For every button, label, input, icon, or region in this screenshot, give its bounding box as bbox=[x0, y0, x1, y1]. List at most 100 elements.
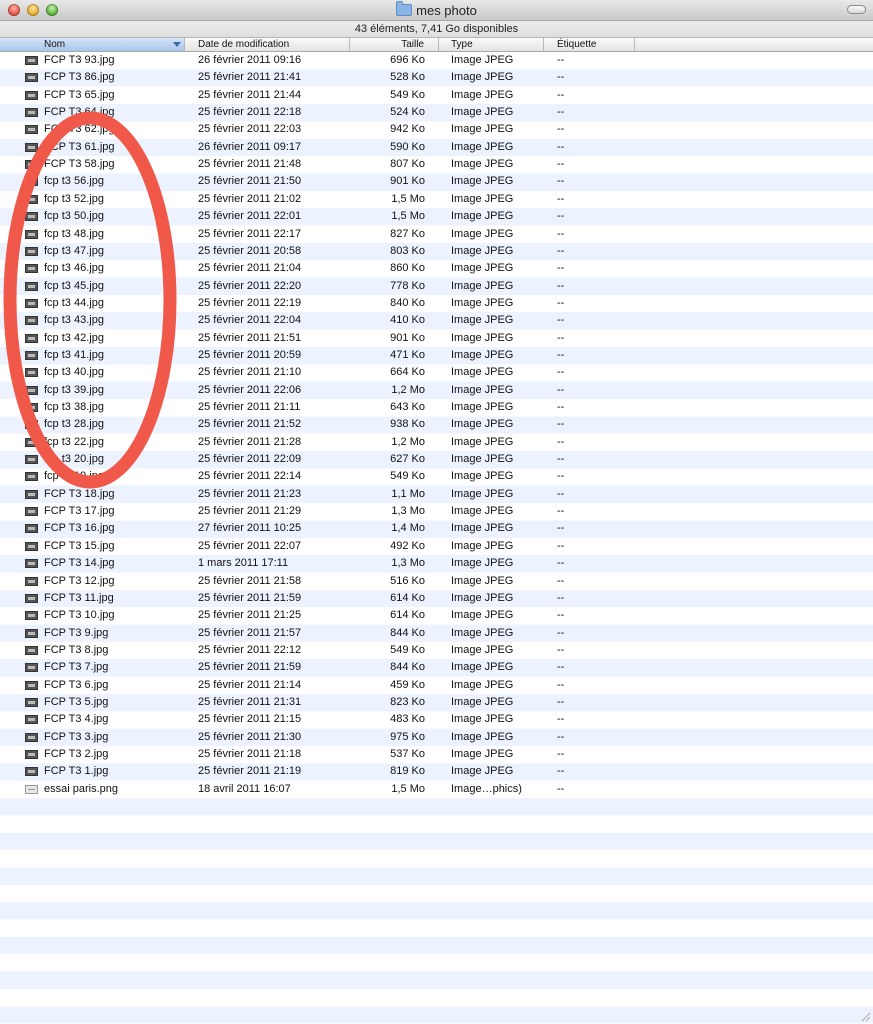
file-name: fcp t3 52.jpg bbox=[44, 192, 104, 205]
file-size: 819 Ko bbox=[390, 765, 425, 778]
table-row[interactable]: FCP T3 6.jpg 25 février 2011 21:14 459 Ko I… bbox=[0, 677, 873, 694]
file-size: 975 Ko bbox=[390, 730, 425, 743]
file-size: 410 Ko bbox=[390, 314, 425, 327]
file-size: 1,5 Mo bbox=[391, 210, 425, 223]
file-type: Image JPEG bbox=[451, 661, 514, 674]
image-file-icon bbox=[25, 437, 38, 447]
file-date: 25 février 2011 21:30 bbox=[198, 730, 302, 743]
file-label: -- bbox=[557, 192, 565, 205]
file-type: Image JPEG bbox=[451, 244, 514, 257]
image-file-icon bbox=[25, 680, 38, 690]
table-row[interactable]: fcp t3 52.jpg 25 février 2011 21:02 1,5 Mo… bbox=[0, 191, 873, 208]
image-file-icon bbox=[25, 420, 38, 430]
file-name: fcp t3 41.jpg bbox=[44, 348, 104, 361]
table-row[interactable]: FCP T3 9.jpg 25 février 2011 21:57 844 Ko I… bbox=[0, 625, 873, 642]
image-file-icon bbox=[25, 212, 38, 222]
table-row[interactable]: FCP T3 10.jpg 25 février 2011 21:25 614 Ko… bbox=[0, 607, 873, 624]
file-name: FCP T3 58.jpg bbox=[44, 158, 115, 171]
file-label: -- bbox=[557, 435, 565, 448]
file-label: -- bbox=[557, 331, 565, 344]
file-date: 25 février 2011 21:04 bbox=[198, 262, 302, 275]
table-row[interactable]: FCP T3 8.jpg 25 février 2011 22:12 549 Ko I… bbox=[0, 642, 873, 659]
file-label: -- bbox=[557, 765, 565, 778]
table-row[interactable]: fcp t3 48.jpg 25 février 2011 22:17 827 Ko… bbox=[0, 226, 873, 243]
table-row[interactable]: fcp t3 22.jpg 25 février 2011 21:28 1,2 Mo… bbox=[0, 434, 873, 451]
table-row[interactable]: FCP T3 7.jpg 25 février 2011 21:59 844 Ko I… bbox=[0, 659, 873, 676]
table-row[interactable]: fcp t3 46.jpg 25 février 2011 21:04 860 Ko… bbox=[0, 260, 873, 277]
file-size: 778 Ko bbox=[390, 279, 425, 292]
table-row[interactable]: FCP T3 65.jpg 25 février 2011 21:44 549 Ko… bbox=[0, 87, 873, 104]
file-date: 25 février 2011 21:10 bbox=[198, 366, 302, 379]
file-name: fcp t3 22.jpg bbox=[44, 435, 104, 448]
table-row[interactable]: FCP T3 18.jpg 25 février 2011 21:23 1,1 Mo… bbox=[0, 486, 873, 503]
table-row[interactable]: FCP T3 11.jpg 25 février 2011 21:59 614 Ko… bbox=[0, 590, 873, 607]
table-row[interactable]: FCP T3 15.jpg 25 février 2011 22:07 492 Ko… bbox=[0, 538, 873, 555]
column-header-name[interactable]: Nom bbox=[0, 38, 185, 51]
table-row[interactable]: FCP T3 14.jpg 1 mars 2011 17:11 1,3 Mo Imag… bbox=[0, 555, 873, 572]
file-type: Image JPEG bbox=[451, 470, 514, 483]
image-file-icon bbox=[25, 281, 38, 291]
column-header-date[interactable]: Date de modification bbox=[185, 38, 350, 51]
table-row[interactable]: FCP T3 17.jpg 25 février 2011 21:29 1,3 Mo… bbox=[0, 503, 873, 520]
table-row[interactable]: fcp t3 47.jpg 25 février 2011 20:58 803 Ko… bbox=[0, 243, 873, 260]
file-size: 827 Ko bbox=[390, 227, 425, 240]
toolbar-toggle-button[interactable] bbox=[847, 5, 866, 14]
table-row[interactable]: FCP T3 12.jpg 25 février 2011 21:58 516 Ko… bbox=[0, 573, 873, 590]
file-size: 643 Ko bbox=[390, 401, 425, 413]
table-row[interactable]: fcp t3 19.jpg 25 février 2011 22:14 549 Ko… bbox=[0, 468, 873, 485]
table-row[interactable]: fcp t3 50.jpg 25 février 2011 22:01 1,5 Mo… bbox=[0, 208, 873, 225]
table-row[interactable]: FCP T3 61.jpg 26 février 2011 09:17 590 Ko… bbox=[0, 139, 873, 156]
image-file-icon bbox=[25, 507, 38, 517]
table-row[interactable]: essai paris.png 18 avril 2011 16:07 1,5 Mo… bbox=[0, 781, 873, 798]
resize-grip-icon[interactable] bbox=[860, 1011, 871, 1022]
image-file-icon bbox=[25, 645, 38, 655]
file-list[interactable]: FCP T3 93.jpg 26 février 2011 09:16 696 Ko… bbox=[0, 52, 873, 1024]
column-header-label[interactable]: Étiquette bbox=[544, 38, 635, 51]
table-row[interactable]: fcp t3 41.jpg 25 février 2011 20:59 471 Ko… bbox=[0, 347, 873, 364]
table-row[interactable]: FCP T3 16.jpg 27 février 2011 10:25 1,4 Mo… bbox=[0, 520, 873, 537]
file-label: -- bbox=[557, 661, 565, 674]
table-row[interactable]: FCP T3 93.jpg 26 février 2011 09:16 696 Ko… bbox=[0, 52, 873, 69]
table-row[interactable]: fcp t3 39.jpg 25 février 2011 22:06 1,2 Mo… bbox=[0, 382, 873, 399]
file-name: FCP T3 6.jpg bbox=[44, 678, 109, 691]
file-date: 25 février 2011 22:01 bbox=[198, 210, 302, 223]
table-row[interactable]: fcp t3 43.jpg 25 février 2011 22:04 410 Ko… bbox=[0, 312, 873, 329]
table-row[interactable]: FCP T3 1.jpg 25 février 2011 21:19 819 Ko I… bbox=[0, 763, 873, 780]
table-row[interactable]: FCP T3 3.jpg 25 février 2011 21:30 975 Ko I… bbox=[0, 729, 873, 746]
file-name: fcp t3 44.jpg bbox=[44, 296, 104, 309]
file-date: 25 février 2011 22:12 bbox=[198, 643, 302, 656]
column-header-type[interactable]: Type bbox=[439, 38, 544, 51]
file-date: 25 février 2011 22:09 bbox=[198, 453, 302, 466]
file-label: -- bbox=[557, 210, 565, 223]
table-row[interactable]: FCP T3 86.jpg 25 février 2011 21:41 528 Ko… bbox=[0, 69, 873, 86]
table-row[interactable]: fcp t3 45.jpg 25 février 2011 22:20 778 Ko… bbox=[0, 278, 873, 295]
table-row[interactable]: FCP T3 4.jpg 25 février 2011 21:15 483 Ko I… bbox=[0, 711, 873, 728]
table-row[interactable]: fcp t3 40.jpg 25 février 2011 21:10 664 Ko… bbox=[0, 364, 873, 381]
table-row[interactable]: fcp t3 28.jpg 25 février 2011 21:52 938 Ko… bbox=[0, 416, 873, 433]
table-row[interactable]: fcp t3 20.jpg 25 février 2011 22:09 627 Ko… bbox=[0, 451, 873, 468]
file-date: 25 février 2011 21:02 bbox=[198, 192, 302, 205]
file-name: FCP T3 64.jpg bbox=[44, 106, 115, 119]
table-row[interactable]: FCP T3 64.jpg 25 février 2011 22:18 524 Ko… bbox=[0, 104, 873, 121]
file-date: 25 février 2011 21:29 bbox=[198, 505, 302, 518]
file-size: 844 Ko bbox=[390, 626, 425, 639]
file-type: Image JPEG bbox=[451, 348, 514, 361]
column-header-size[interactable]: Taille bbox=[350, 38, 439, 51]
file-size: 1,5 Mo bbox=[391, 192, 425, 205]
table-row[interactable]: fcp t3 42.jpg 25 février 2011 21:51 901 Ko… bbox=[0, 330, 873, 347]
file-name: fcp t3 46.jpg bbox=[44, 262, 104, 275]
table-row[interactable]: FCP T3 62.jpg 25 février 2011 22:03 942 Ko… bbox=[0, 121, 873, 138]
table-row[interactable]: FCP T3 5.jpg 25 février 2011 21:31 823 Ko I… bbox=[0, 694, 873, 711]
image-file-icon bbox=[25, 246, 38, 256]
file-size: 537 Ko bbox=[390, 748, 425, 760]
table-row[interactable]: FCP T3 2.jpg 25 février 2011 21:18 537 Ko I… bbox=[0, 746, 873, 763]
status-text: 43 éléments, 7,41 Go disponibles bbox=[354, 23, 519, 35]
table-row[interactable]: FCP T3 58.jpg 25 février 2011 21:48 807 Ko… bbox=[0, 156, 873, 173]
file-date: 26 février 2011 09:17 bbox=[198, 140, 302, 153]
table-row[interactable]: fcp t3 38.jpg 25 février 2011 21:11 643 Ko… bbox=[0, 399, 873, 416]
file-label: -- bbox=[557, 88, 565, 101]
table-row[interactable]: fcp t3 44.jpg 25 février 2011 22:19 840 Ko… bbox=[0, 295, 873, 312]
file-date: 25 février 2011 21:59 bbox=[198, 661, 302, 674]
table-row[interactable]: fcp t3 56.jpg 25 février 2011 21:50 901 Ko… bbox=[0, 173, 873, 190]
file-size: 664 Ko bbox=[390, 366, 425, 379]
